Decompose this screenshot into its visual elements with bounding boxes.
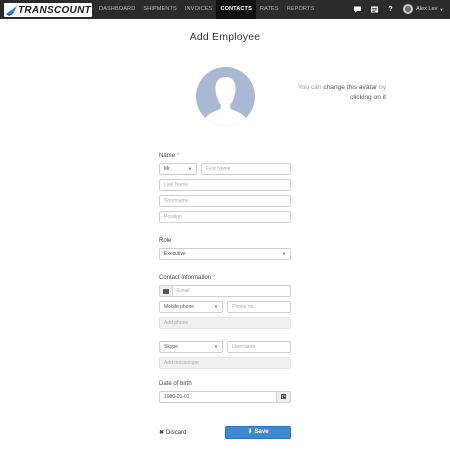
- phone-type-select[interactable]: Mobile phone ▼: [159, 301, 223, 313]
- main-nav: DASHBOARD SHIPMENTS INVOICES CONTACTS RA…: [95, 0, 318, 19]
- discard-label: Discard: [166, 430, 187, 436]
- nav-reports[interactable]: REPORTS: [283, 0, 319, 19]
- list-icon[interactable]: [370, 5, 379, 14]
- messenger-type-value: Skype: [164, 344, 178, 350]
- phone-type-value: Mobile phone: [164, 304, 195, 310]
- download-icon: ⬇: [247, 429, 253, 435]
- top-navbar: TRANSCOUNT DASHBOARD SHIPMENTS INVOICES …: [0, 0, 450, 19]
- person-silhouette-icon: [205, 77, 246, 126]
- nav-dashboard[interactable]: DASHBOARD: [95, 0, 139, 19]
- messenger-type-select[interactable]: Skype ▼: [159, 341, 223, 353]
- email-addon: [159, 285, 173, 297]
- brand-logo[interactable]: TRANSCOUNT: [4, 3, 92, 17]
- position-input[interactable]: Position: [159, 211, 291, 223]
- username-input[interactable]: Username: [227, 341, 291, 353]
- avatar: [403, 4, 413, 14]
- save-label: Save: [254, 429, 269, 435]
- chat-icon[interactable]: [353, 5, 362, 14]
- page-title: Add Employee: [189, 31, 261, 43]
- envelope-icon: [163, 288, 169, 294]
- caret-down-icon: ▼: [214, 304, 218, 309]
- role-select-value: Executive: [164, 251, 186, 257]
- caret-down-icon: ▼: [188, 166, 192, 171]
- last-name-input[interactable]: Last Name: [159, 179, 291, 191]
- nav-contacts[interactable]: CONTACTS: [216, 0, 256, 19]
- contact-label: Contact information *: [159, 275, 215, 281]
- name-label: Name *: [159, 153, 179, 159]
- user-name: Alex Lev: [416, 6, 438, 12]
- role-select[interactable]: Executive ▼: [159, 248, 291, 260]
- title-select[interactable]: Mr. ▼: [159, 163, 197, 175]
- brand-name: TRANSCOUNT: [18, 4, 91, 16]
- email-input[interactable]: Email: [172, 285, 291, 297]
- phone-number-input[interactable]: Phone no.: [227, 301, 291, 313]
- add-phone-button[interactable]: Add phone: [159, 317, 291, 329]
- add-messenger-button[interactable]: Add messenger: [159, 357, 291, 369]
- chevron-down-icon: ▼: [439, 6, 444, 12]
- calendar-button[interactable]: [276, 391, 291, 403]
- user-menu[interactable]: Alex Lev ▼: [403, 4, 443, 14]
- save-button[interactable]: ⬇ Save: [225, 426, 291, 439]
- contact-label-text: Contact information: [159, 275, 212, 281]
- required-mark: *: [213, 275, 216, 281]
- close-icon: ✖: [159, 430, 165, 436]
- avatar-hint-prefix: You can: [297, 84, 324, 91]
- avatar-hint: You can change this avatar by clicking o…: [284, 83, 386, 103]
- change-avatar-link[interactable]: change this avatar: [323, 84, 377, 91]
- dob-input[interactable]: 1980-01-01: [159, 391, 277, 403]
- avatar-hint-suffix: by: [377, 84, 386, 91]
- dob-label: Date of birth: [159, 381, 192, 387]
- calendar-icon: [281, 394, 286, 399]
- help-icon[interactable]: ?: [386, 5, 395, 14]
- nav-invoices[interactable]: INVOICES: [181, 0, 217, 19]
- shortname-input[interactable]: Shortname: [159, 195, 291, 207]
- employee-avatar[interactable]: [196, 67, 255, 126]
- nav-rates[interactable]: RATES: [256, 0, 283, 19]
- avatar-hint-line2[interactable]: clicking on it: [350, 94, 386, 101]
- name-label-text: Name: [159, 153, 176, 159]
- first-name-input[interactable]: First Name: [201, 163, 291, 175]
- discard-button[interactable]: ✖ Discard: [159, 429, 186, 436]
- nav-shipments[interactable]: SHIPMENTS: [139, 0, 181, 19]
- role-label: Role: [159, 238, 172, 244]
- title-select-value: Mr.: [164, 166, 171, 172]
- required-mark: *: [177, 153, 180, 159]
- caret-down-icon: ▼: [282, 251, 286, 256]
- logo-icon: [6, 5, 17, 16]
- caret-down-icon: ▼: [214, 344, 218, 349]
